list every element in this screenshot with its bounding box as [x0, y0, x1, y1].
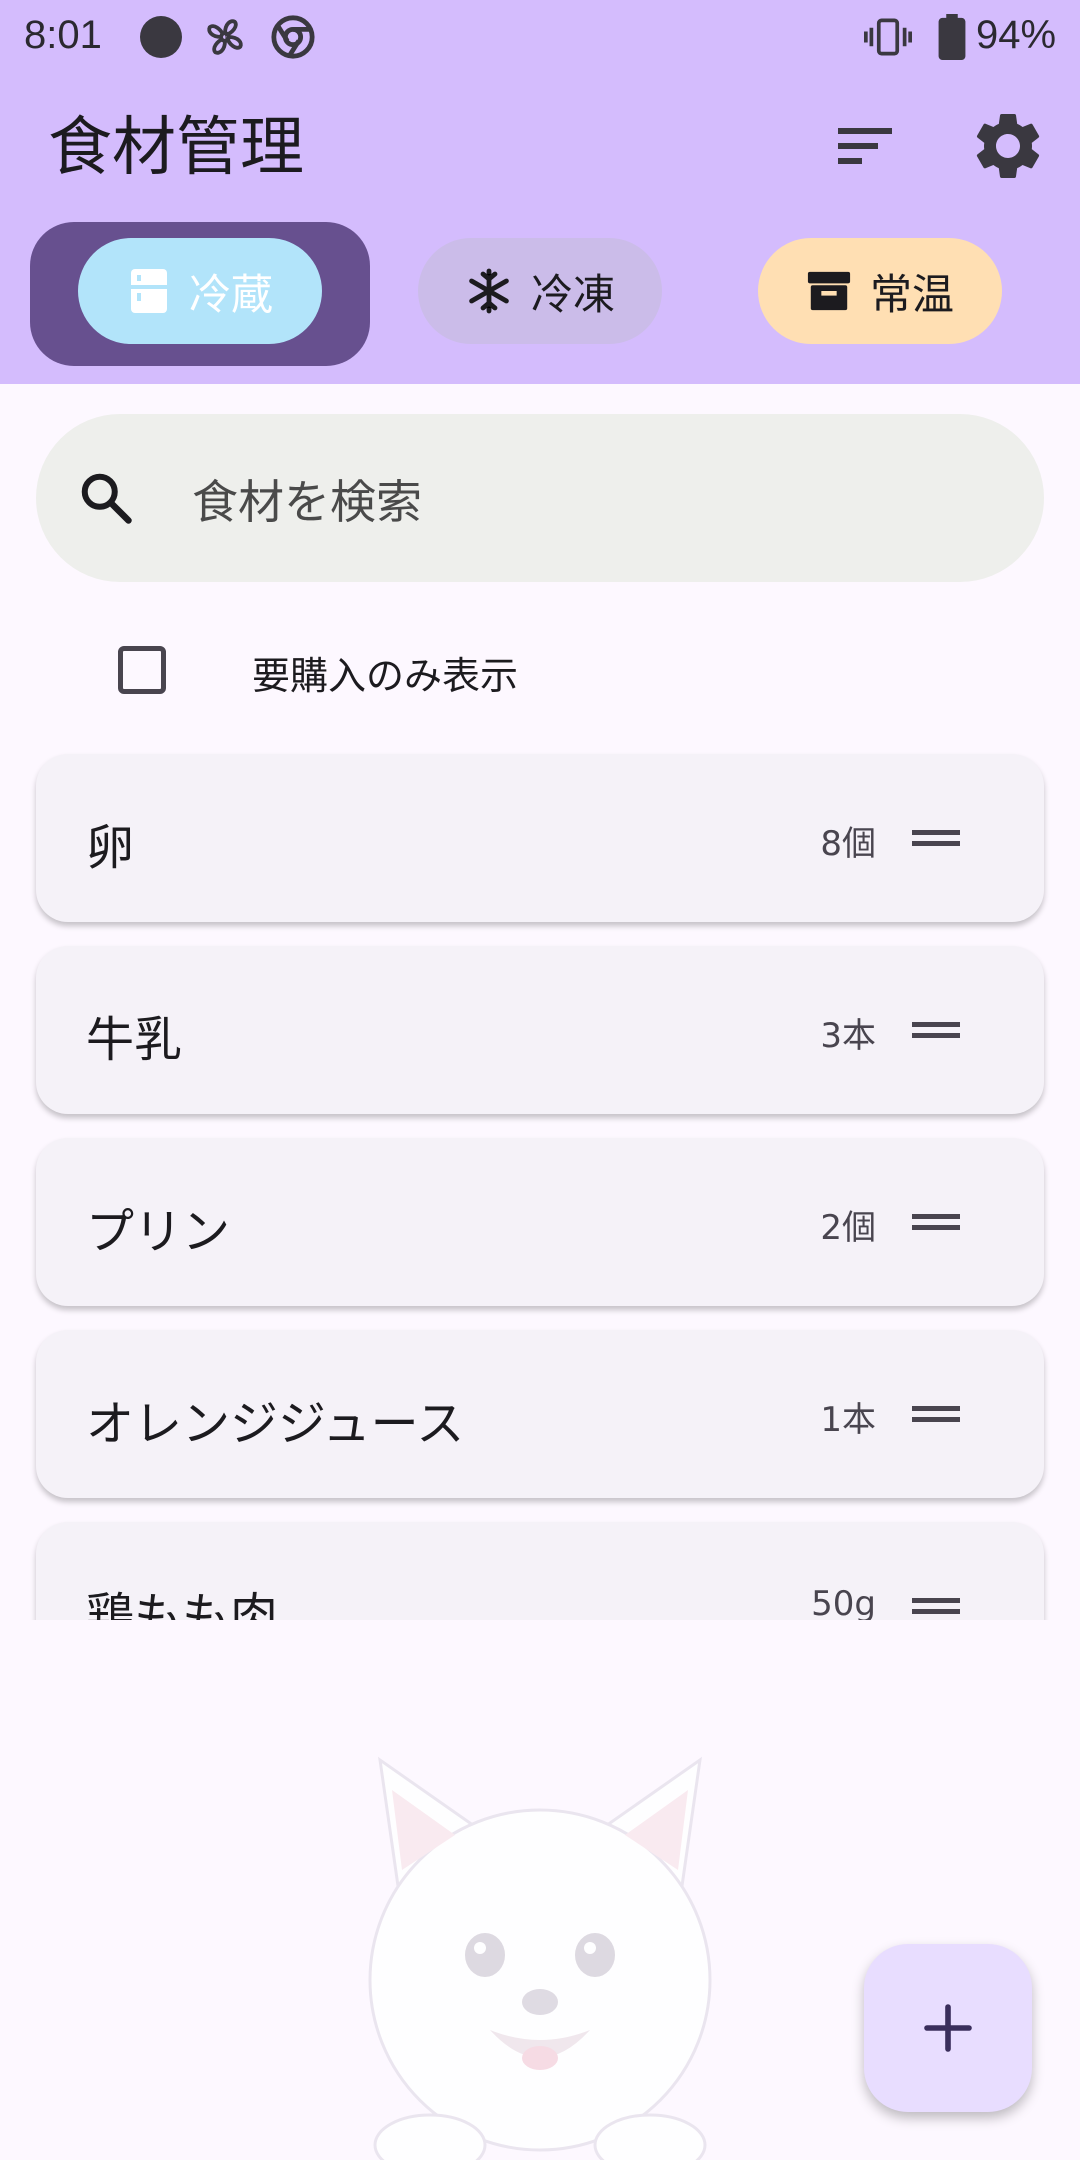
search-input[interactable]: 食材を検索	[192, 466, 422, 532]
archive-box-icon	[807, 271, 851, 311]
list-item[interactable]: 牛乳 3本	[36, 946, 1044, 1114]
tab-room-temp-label: 常温	[869, 269, 954, 319]
tab-freezer-label: 冷凍	[530, 269, 615, 319]
tab-freezer[interactable]: 冷凍	[418, 238, 662, 344]
item-name: 卵	[86, 820, 135, 876]
list-item[interactable]: 卵 8個	[36, 754, 1044, 922]
needs-purchase-label: 要購入のみ表示	[252, 654, 519, 698]
plus-icon	[924, 2004, 972, 2052]
needs-purchase-checkbox[interactable]	[118, 646, 166, 694]
app-title: 食材管理	[48, 111, 304, 185]
chrome-icon	[271, 15, 315, 59]
item-name: プリン	[86, 1204, 231, 1260]
snowflake-icon	[469, 268, 509, 314]
search-bar[interactable]: 食材を検索	[36, 414, 1044, 582]
tab-fridge[interactable]: 冷蔵	[78, 238, 322, 344]
item-quantity: 1本	[820, 1400, 876, 1440]
sort-button[interactable]	[824, 106, 904, 186]
tab-room-temp[interactable]: 常温	[758, 238, 1002, 344]
list-item[interactable]: プリン 2個	[36, 1138, 1044, 1306]
drag-handle-icon[interactable]	[912, 1592, 960, 1620]
drag-handle-icon[interactable]	[912, 1016, 960, 1044]
item-name: 鶏もも肉	[86, 1588, 279, 1620]
search-icon	[81, 473, 132, 524]
dog-mascot-illustration	[368, 1756, 712, 2160]
item-name: オレンジジュース	[86, 1396, 465, 1452]
item-quantity: 8個	[820, 824, 876, 864]
settings-button[interactable]	[968, 106, 1048, 186]
settings-icon	[976, 113, 1040, 178]
food-list[interactable]: 卵 8個 牛乳 3本 プリン 2個 オレンジジュース 1本 鶏もも肉 50g	[0, 740, 1080, 1620]
item-quantity: 3本	[820, 1016, 876, 1056]
item-quantity: 2個	[820, 1208, 876, 1248]
status-bar: 8:01 94%	[0, 0, 1080, 72]
battery-icon	[938, 14, 966, 60]
item-quantity: 50g	[811, 1584, 876, 1620]
drag-handle-icon[interactable]	[912, 1400, 960, 1428]
fridge-icon	[130, 269, 167, 313]
battery-percent: 94%	[976, 13, 1057, 57]
list-item[interactable]: オレンジジュース 1本	[36, 1330, 1044, 1498]
fan-icon	[207, 19, 243, 55]
add-item-button[interactable]	[864, 1944, 1032, 2112]
sort-icon	[838, 128, 892, 164]
drag-handle-icon[interactable]	[912, 824, 960, 852]
record-dot-icon	[140, 16, 182, 58]
tab-fridge-label: 冷蔵	[188, 269, 273, 319]
item-name: 牛乳	[86, 1012, 183, 1068]
status-time: 8:01	[24, 13, 102, 57]
list-item[interactable]: 鶏もも肉 50g	[36, 1522, 1044, 1620]
vibrate-icon	[864, 18, 912, 56]
drag-handle-icon[interactable]	[912, 1208, 960, 1236]
